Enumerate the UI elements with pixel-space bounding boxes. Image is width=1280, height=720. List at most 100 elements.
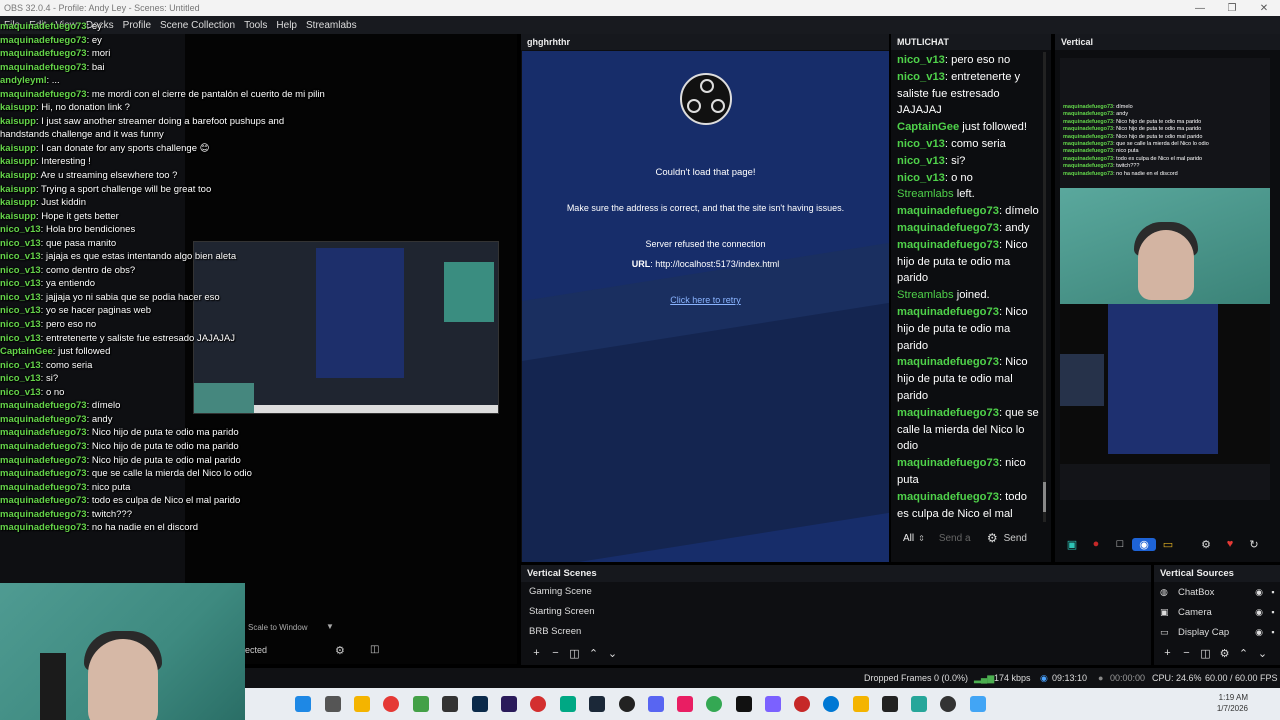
scene-item[interactable]: Starting Screen <box>521 602 1151 622</box>
scale-to-window-select[interactable]: Scale to Window <box>248 623 308 632</box>
chat-username: maquinadefuego73 <box>1063 126 1114 133</box>
steam-icon[interactable] <box>589 696 605 712</box>
app-icon[interactable] <box>794 696 810 712</box>
multichat-message: maquinadefuego73: que se calle la mierda… <box>897 405 1041 455</box>
chat-username: nico_v13 <box>897 137 945 150</box>
chat-line: nico_v13: si? <box>0 373 59 385</box>
square-icon[interactable]: □ <box>1108 538 1132 550</box>
chat-username: kaisupp <box>0 156 36 168</box>
chat-text: me mordi con el cierre de pantalón el cu… <box>91 88 325 100</box>
record-time: 00:00:00 <box>1110 673 1146 683</box>
lock-icon[interactable]: ▪ <box>1266 607 1280 617</box>
move-up-icon[interactable]: ⌃ <box>584 647 603 660</box>
notepad-icon[interactable] <box>911 696 927 712</box>
retry-link[interactable]: Click here to retry <box>522 295 889 305</box>
heart-icon[interactable]: ♥ <box>1218 538 1242 550</box>
chat-username: maquinadefuego73 <box>897 238 999 251</box>
gear-icon[interactable]: ⚙ <box>987 531 998 545</box>
stream-icon[interactable]: ◉ <box>1132 537 1156 551</box>
chat-line: nico_v13: entretenerte y saliste fue est… <box>0 332 235 344</box>
vertical-display-capture <box>1060 304 1270 464</box>
gear-icon[interactable]: ⚙ <box>335 644 345 657</box>
folder-icon[interactable]: ▭ <box>1156 538 1180 551</box>
opera-icon[interactable] <box>383 696 399 712</box>
source-item[interactable]: ▭ Display Cap ◉ ▪ <box>1154 622 1280 642</box>
gear-icon[interactable]: ⚙ <box>1215 647 1234 660</box>
chat-username: maquinadefuego73 <box>897 305 999 318</box>
eye-icon[interactable]: ◉ <box>1252 607 1266 618</box>
app-icon[interactable] <box>853 696 869 712</box>
eye-icon[interactable]: ◉ <box>1252 627 1266 638</box>
remove-icon[interactable]: − <box>546 647 565 660</box>
remove-icon[interactable]: − <box>1177 647 1196 660</box>
add-icon[interactable]: + <box>527 647 546 660</box>
chat-username: maquinadefuego73 <box>897 356 999 369</box>
app-icon[interactable] <box>765 696 781 712</box>
source-label: ChatBox <box>1178 586 1215 598</box>
premiere-icon[interactable] <box>501 696 517 712</box>
chat-text: Interesting ! <box>41 156 91 168</box>
windows-start-icon[interactable] <box>295 696 311 712</box>
vertical-chat-line: maquinadefuego73: Nico hijo de puta te o… <box>1063 126 1268 133</box>
gear-icon[interactable]: ⚙ <box>1194 538 1218 551</box>
send-button[interactable]: Send <box>1004 533 1027 544</box>
folder-icon[interactable] <box>354 696 370 712</box>
chat-input[interactable]: Send a <box>939 533 983 544</box>
app-icon[interactable] <box>677 696 693 712</box>
app-icon[interactable] <box>560 696 576 712</box>
chat-username: kaisupp <box>0 170 36 182</box>
discord-icon[interactable] <box>648 696 664 712</box>
chat-filter-select[interactable]: All <box>903 533 914 544</box>
multichat-message: maquinadefuego73: Nico hijo de puta te o… <box>897 354 1041 404</box>
edge-icon[interactable] <box>823 696 839 712</box>
eye-icon[interactable]: ◉ <box>1252 587 1266 598</box>
xbox-icon[interactable] <box>413 696 429 712</box>
add-icon[interactable]: + <box>1158 647 1177 660</box>
chat-text: : como seria <box>944 137 1006 150</box>
chat-line: maquinadefuego73: que se calle la mierda… <box>0 468 252 480</box>
taskview-icon[interactable] <box>325 696 341 712</box>
chat-username: nico_v13 <box>897 54 945 66</box>
source-item[interactable]: ▣ Camera ◉ ▪ <box>1154 602 1280 622</box>
app-icon[interactable] <box>619 696 635 712</box>
chrome-icon[interactable] <box>706 696 722 712</box>
tiktok-icon[interactable] <box>736 696 752 712</box>
chat-username: nico_v13 <box>0 264 41 276</box>
vertical-scenes-title: Vertical Scenes <box>521 565 1151 582</box>
obs-icon[interactable] <box>940 696 956 712</box>
multichat-scrollbar[interactable] <box>1043 52 1046 522</box>
maximize-button[interactable]: ❐ <box>1216 3 1248 14</box>
lock-icon[interactable]: ▪ <box>1266 587 1280 597</box>
close-button[interactable]: ✕ <box>1248 3 1280 14</box>
chat-username: maquinadefuego73 <box>0 21 87 32</box>
system-clock[interactable]: 1:19 AM 1/7/2026 <box>1217 692 1248 714</box>
scene-item[interactable]: Gaming Scene <box>521 582 1151 602</box>
source-item[interactable]: ◍ ChatBox ◉ ▪ <box>1154 582 1280 602</box>
filter-icon[interactable]: ◫ <box>1196 647 1215 660</box>
move-down-icon[interactable]: ⌄ <box>1253 647 1272 660</box>
photoshop-icon[interactable] <box>472 696 488 712</box>
scene-item[interactable]: BRB Screen <box>521 622 1151 642</box>
chat-text: Just kiddin <box>41 197 87 209</box>
lock-icon[interactable]: ▪ <box>1266 627 1280 637</box>
redo-icon[interactable]: ↻ <box>1242 538 1266 551</box>
chat-username: maquinadefuego73 <box>0 454 87 466</box>
chat-text: joined. <box>953 289 990 302</box>
virtual-camera-icon[interactable]: ▣ <box>1060 538 1084 551</box>
layout-icon[interactable]: ◫ <box>370 644 379 655</box>
chat-username: maquinadefuego73 <box>0 413 87 425</box>
error-description: Make sure the address is correct, and th… <box>566 203 845 213</box>
move-up-icon[interactable]: ⌃ <box>1234 647 1253 660</box>
app-icon[interactable] <box>970 696 986 712</box>
record-icon[interactable]: ● <box>1084 538 1108 550</box>
terminal-icon[interactable] <box>882 696 898 712</box>
move-down-icon[interactable]: ⌄ <box>603 647 622 660</box>
app-icon[interactable] <box>442 696 458 712</box>
chat-text: : nico puta <box>1113 148 1139 155</box>
window-title: OBS 32.0.4 - Profile: Andy Ley - Scenes:… <box>4 3 200 13</box>
filter-icon[interactable]: ◫ <box>565 647 584 660</box>
chat-text: jajjaja yo ni sabia que se podia hacer e… <box>45 291 220 303</box>
media-icon[interactable] <box>530 696 546 712</box>
vertical-camera <box>1060 188 1270 304</box>
minimize-button[interactable]: — <box>1184 3 1216 14</box>
